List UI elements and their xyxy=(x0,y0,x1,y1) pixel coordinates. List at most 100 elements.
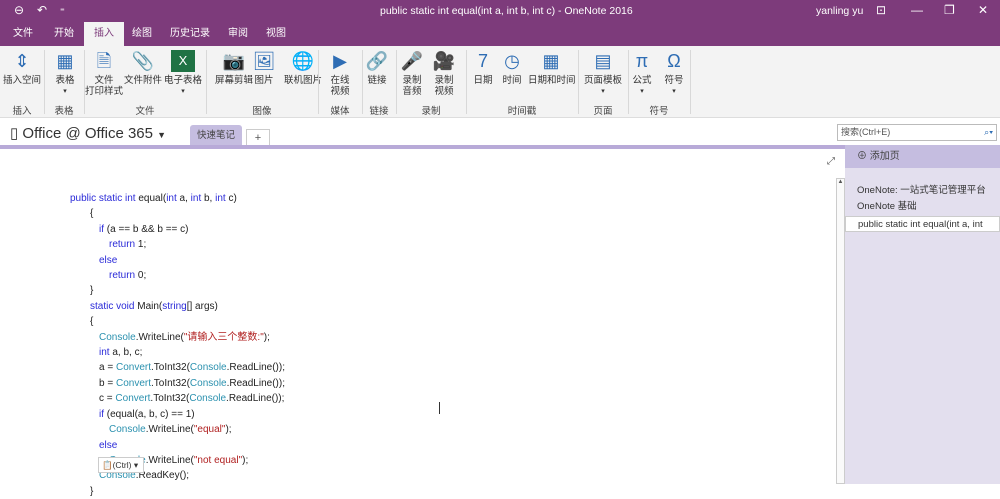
ribbon-button-17[interactable]: Ω 符号 ▾ xyxy=(660,50,688,97)
code-token: .WriteLine( xyxy=(145,454,194,466)
ribbon-button-label: 日期和时间 xyxy=(528,75,576,86)
ribbon-button-label: 录制 音频 xyxy=(402,75,422,97)
chevron-down-icon: ▾ xyxy=(601,88,605,95)
online-video-icon: ▶ xyxy=(333,51,347,71)
code-token: else xyxy=(99,254,118,266)
code-token: a, xyxy=(176,193,191,204)
notebook-icon: ▯ xyxy=(10,125,23,142)
ribbon-button-7[interactable]: 🌐 联机图片 xyxy=(283,50,323,86)
ribbon-button-1[interactable]: ▦ 表格 ▾ xyxy=(50,50,80,97)
paperclip-icon: 📎 xyxy=(131,51,155,71)
code-line: c = Convert.ToInt32(Console.ReadLine()); xyxy=(70,391,285,406)
page-list-pane: ⊕ 添加页 OneNote: 一站式笔记管理平台 OneNote 基础 publ… xyxy=(845,145,1000,484)
undo-icon[interactable]: ↶ xyxy=(37,3,47,17)
online-picture-icon: 🌐 xyxy=(291,51,315,71)
text-cursor xyxy=(439,402,440,414)
ribbon-button-16[interactable]: π 公式 ▾ xyxy=(628,50,656,97)
tab-3[interactable]: 绘图 xyxy=(122,22,162,46)
ribbon-button-label: 公式 xyxy=(632,75,652,86)
ribbon-button-8[interactable]: ▶ 在线 视频 xyxy=(326,50,354,97)
code-line: else xyxy=(70,253,285,268)
code-token: equal( xyxy=(138,193,167,204)
code-token: Console xyxy=(189,377,227,389)
ribbon-button-11[interactable]: 🎥 录制 视频 xyxy=(430,50,458,97)
code-token: "请输入三个整数:" xyxy=(183,331,264,343)
calendar-icon: 7 xyxy=(477,51,488,71)
ribbon-button-6[interactable]: 🖼 图片 xyxy=(250,50,278,86)
paste-options-button[interactable]: 📋(Ctrl) ▾ xyxy=(98,457,144,473)
code-token: int xyxy=(190,193,202,204)
code-note-container[interactable]: public static int equal(int a, int b, in… xyxy=(70,191,285,499)
ribbon-button-15[interactable]: ▤ 页面模板 ▾ xyxy=(580,50,626,97)
code-token: return xyxy=(109,239,136,251)
expand-icon[interactable]: ⤢ xyxy=(827,156,835,167)
code-token: .ReadLine()); xyxy=(226,377,285,389)
code-token: .ToInt32( xyxy=(150,393,190,405)
ribbon-button-0[interactable]: ⇕ 插入空间 xyxy=(2,50,42,86)
ribbon-button-3[interactable]: 📎 文件附件 xyxy=(124,50,162,86)
ribbon-button-9[interactable]: 🔗 链接 xyxy=(364,50,390,86)
code-line: } xyxy=(70,484,285,499)
ribbon-button-10[interactable]: 🎤 录制 音频 xyxy=(398,50,426,97)
page-template-icon: ▤ xyxy=(594,51,612,71)
code-token: b = xyxy=(99,377,116,389)
code-token: .ReadLine()); xyxy=(226,393,285,405)
ribbon-button-4[interactable]: X 电子表格 ▾ xyxy=(162,50,204,97)
user-name[interactable]: yanling yu xyxy=(816,5,863,17)
add-section-button[interactable]: + xyxy=(246,129,270,146)
search-input[interactable]: 搜索(Ctrl+E) ⌕▾ xyxy=(837,124,997,141)
ribbon-button-label: 符号 xyxy=(664,75,684,86)
vertical-scrollbar[interactable]: ▲ xyxy=(836,178,845,484)
tab-6[interactable]: 视图 xyxy=(256,22,296,46)
code-line: a = Convert.ToInt32(Console.ReadLine()); xyxy=(70,360,285,375)
ribbon-display-icon[interactable]: ⊡ xyxy=(876,3,886,17)
clipboard-icon: 📋 xyxy=(102,460,113,470)
tab-4[interactable]: 历史记录 xyxy=(160,22,220,46)
customize-quick-access-icon[interactable]: ₌ xyxy=(60,3,65,14)
tab-0[interactable]: 文件 xyxy=(3,22,43,46)
ribbon-group-label: 文件 xyxy=(135,106,155,117)
notebook-selector[interactable]: ▯ Office @ Office 365 ▼ xyxy=(10,124,166,142)
code-token: { xyxy=(90,208,94,220)
restore-icon[interactable]: ❐ xyxy=(944,3,955,17)
ribbon-button-label: 插入空间 xyxy=(2,75,41,86)
page-item[interactable]: OneNote 基础 xyxy=(845,199,1000,215)
ribbon-button-12[interactable]: 7 日期 xyxy=(470,50,496,86)
ribbon-button-label: 在线 视频 xyxy=(330,75,350,97)
code-token: c = xyxy=(99,393,116,405)
screen-clipping-icon: 📷 xyxy=(222,51,246,71)
tab-2[interactable]: 插入 xyxy=(84,22,124,46)
search-icon[interactable]: ⌕▾ xyxy=(984,125,993,140)
ribbon-button-label: 链接 xyxy=(367,75,387,86)
ribbon-group-label: 表格 xyxy=(54,106,74,117)
code-token: b, xyxy=(201,193,216,204)
code-token: Console xyxy=(189,362,227,374)
ribbon-group-label: 媒体 xyxy=(330,106,350,117)
code-token: else xyxy=(99,439,118,451)
ribbon-button-label: 时间 xyxy=(502,75,522,86)
close-icon[interactable]: ✕ xyxy=(978,3,988,17)
page-item[interactable]: OneNote: 一站式笔记管理平台 xyxy=(845,183,1000,199)
scroll-up-icon[interactable]: ▲ xyxy=(837,179,844,185)
add-page-button[interactable]: ⊕ 添加页 xyxy=(845,145,1000,168)
code-line: return 0; xyxy=(70,268,285,283)
ribbon-button-14[interactable]: ▦ 日期和时间 xyxy=(528,50,576,86)
chevron-down-icon: ▾ xyxy=(63,88,67,95)
code-line: else xyxy=(70,438,285,453)
section-tab-quick-notes[interactable]: 快速笔记 xyxy=(190,125,242,146)
page-item-selected[interactable]: public static int equal(int a, int xyxy=(845,216,1000,232)
ribbon-tabs: 文件 开始 插入 绘图 历史记录 审阅 视图 xyxy=(0,22,1000,46)
code-token: int xyxy=(166,193,177,204)
ribbon-button-label: 屏幕剪辑 xyxy=(214,75,253,86)
back-icon[interactable]: ⊖ xyxy=(14,3,24,17)
code-line: b = Convert.ToInt32(Console.ReadLine()); xyxy=(70,376,285,391)
minimize-icon[interactable]: — xyxy=(911,3,923,17)
tab-5[interactable]: 审阅 xyxy=(218,22,258,46)
code-token: .WriteLine( xyxy=(135,331,184,343)
ribbon-button-5[interactable]: 📷 屏幕剪辑 xyxy=(214,50,254,86)
group-divider xyxy=(690,50,691,114)
ribbon-button-2[interactable]: 🗎 文件 打印样式 xyxy=(84,50,124,97)
ribbon-button-label: 页面模板 xyxy=(583,75,622,86)
tab-1[interactable]: 开始 xyxy=(44,22,84,46)
ribbon-button-13[interactable]: ◷ 时间 xyxy=(500,50,524,86)
